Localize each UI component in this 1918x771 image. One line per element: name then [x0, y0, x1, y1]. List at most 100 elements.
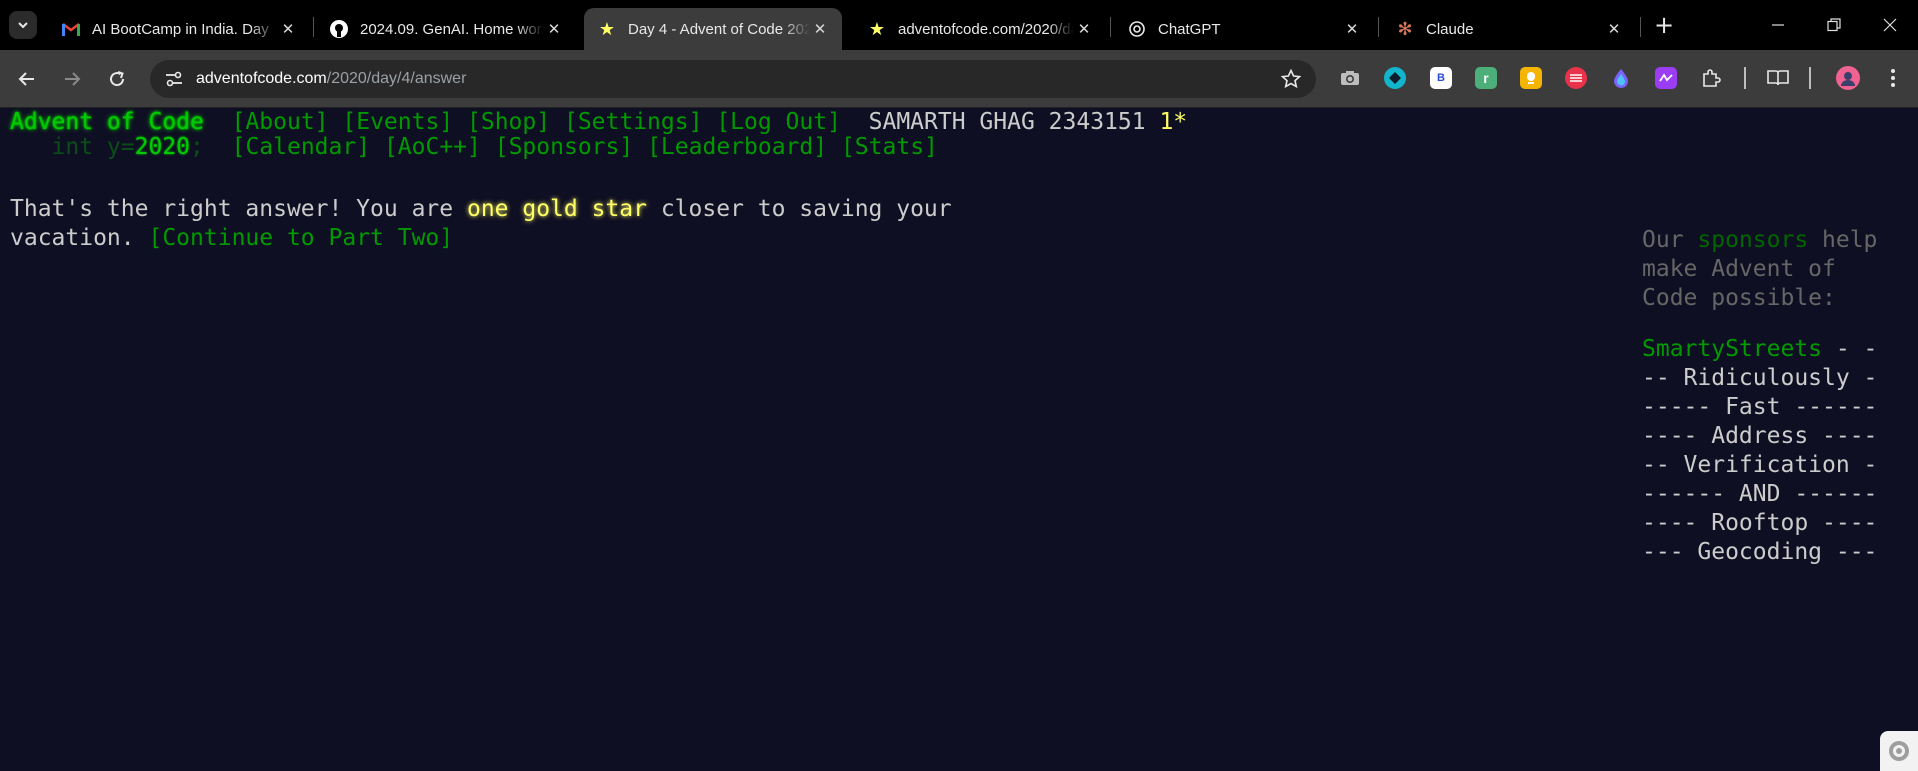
year-suffix: ; [190, 134, 204, 160]
tab-strip: AI BootCamp in India. Day ✕ 2024.09. Gen… [0, 0, 1918, 50]
nav-settings[interactable]: [Settings] [564, 109, 702, 135]
nav-events[interactable]: [Events] [342, 109, 453, 135]
close-tab-icon[interactable]: ✕ [810, 19, 830, 39]
tab-aoc-input[interactable]: ★ adventofcode.com/2020/day/4 ✕ [854, 8, 1106, 50]
url-text: adventofcode.com/2020/day/4/answer [196, 70, 466, 88]
tab-search-button[interactable] [9, 11, 37, 39]
sponsor-text: -- Verification - [1642, 452, 1878, 478]
site-info-icon[interactable] [162, 67, 186, 91]
sponsor-text: ----- Fast ------ [1642, 394, 1878, 420]
sponsors-link[interactable]: sponsors [1697, 227, 1808, 253]
url-host: adventofcode.com [196, 70, 327, 87]
reading-list-icon[interactable] [1765, 67, 1791, 89]
extension-red-icon[interactable] [1565, 67, 1587, 89]
address-bar[interactable]: adventofcode.com/2020/day/4/answer [150, 60, 1316, 98]
nav-aocpp[interactable]: [AoC++] [384, 134, 481, 160]
sponsor-text: ---- Address ---- [1642, 423, 1878, 449]
sponsor-text: - - [1822, 336, 1878, 362]
tab-claude[interactable]: ✻ Claude ✕ [1382, 8, 1636, 50]
close-tab-icon[interactable]: ✕ [544, 19, 564, 39]
message-text: closer to saving your [646, 196, 952, 222]
close-tab-icon[interactable]: ✕ [1074, 19, 1094, 39]
message-text: That's the right answer! You are [10, 196, 467, 222]
extension-yellow-icon[interactable] [1520, 67, 1542, 89]
new-tab-button[interactable]: + [1650, 11, 1678, 39]
arrow-right-icon [65, 72, 81, 86]
extension-drop-icon[interactable] [1610, 67, 1632, 89]
avatar[interactable] [1836, 66, 1860, 90]
restore-icon [1827, 18, 1841, 32]
nav-leaderboard[interactable]: [Leaderboard] [647, 134, 827, 160]
claude-icon: ✻ [1397, 18, 1413, 40]
tab-chatgpt[interactable]: ChatGPT ✕ [1114, 8, 1374, 50]
extension-b-icon[interactable]: B [1430, 67, 1452, 89]
tab-separator [1640, 17, 1641, 37]
sponsor-name-link[interactable]: SmartyStreets [1642, 336, 1822, 362]
chevron-down-icon [18, 22, 28, 29]
nav-shop[interactable]: [Shop] [467, 109, 550, 135]
nav-log-out[interactable]: [Log Out] [716, 109, 841, 135]
year-link[interactable]: 2020 [135, 134, 190, 160]
continue-part-two-link[interactable]: [Continue to Part Two] [148, 225, 453, 251]
star-count: 1* [1159, 109, 1188, 135]
sidebar-text: Our [1642, 227, 1698, 253]
extension-blue-icon[interactable] [1384, 67, 1406, 89]
close-tab-icon[interactable]: ✕ [1342, 19, 1362, 39]
header-row-2: int y=2020; [Calendar] [AoC++] [Sponsors… [10, 133, 938, 162]
tab-aoc-day4[interactable]: ★ Day 4 - Advent of Code 2020 ✕ [584, 8, 842, 50]
aoc-star-icon: ★ [598, 18, 616, 40]
extension-purple-icon[interactable] [1655, 67, 1677, 89]
sponsor-text: ------ AND ------ [1642, 481, 1878, 507]
sponsor-text: --- Geocoding --- [1642, 539, 1878, 565]
nav-sponsors[interactable]: [Sponsors] [495, 134, 633, 160]
nav-about[interactable]: [About] [232, 109, 329, 135]
github-icon [330, 20, 348, 38]
tab-title: Claude [1426, 20, 1474, 38]
user-name[interactable]: SAMARTH GHAG 2343151 [869, 109, 1146, 135]
arrow-left-icon [18, 72, 34, 86]
toolbar-separator [1744, 67, 1746, 89]
sponsor-text: -- Ridiculously - [1642, 365, 1878, 391]
restore-button[interactable] [1806, 0, 1862, 50]
reload-button[interactable] [100, 62, 134, 96]
more-menu-icon[interactable] [1882, 67, 1904, 89]
close-tab-icon[interactable]: ✕ [1604, 19, 1624, 39]
tab-github[interactable]: 2024.09. GenAI. Home work ✕ [316, 8, 576, 50]
extensions-puzzle-icon[interactable] [1700, 67, 1722, 89]
tab-gmail[interactable]: AI BootCamp in India. Day ✕ [48, 8, 310, 50]
tab-separator [1110, 17, 1111, 37]
chatgpt-icon [1128, 20, 1146, 38]
aoc-star-icon: ★ [868, 18, 886, 40]
extension-r-icon[interactable]: r [1475, 67, 1497, 89]
forward-button[interactable] [55, 62, 89, 96]
tab-title: 2024.09. GenAI. Home work [360, 20, 544, 38]
reload-icon [110, 71, 125, 87]
nav-stats[interactable]: [Stats] [841, 134, 938, 160]
nav-calendar[interactable]: [Calendar] [232, 134, 370, 160]
floating-assistant-button[interactable] [1880, 731, 1918, 771]
sidebar-text: make Advent of [1642, 256, 1836, 282]
minimize-icon [1772, 24, 1784, 26]
tab-separator [1378, 17, 1379, 37]
sidebar-text: Code possible: [1642, 285, 1836, 311]
sponsor-ad[interactable]: SmartyStreets - - [1642, 335, 1902, 364]
aoc-page: Advent of Code [About] [Events] [Shop] [… [0, 109, 1918, 771]
bookmark-star-icon[interactable] [1280, 68, 1302, 90]
sponsor-text: ---- Rooftop ---- [1642, 510, 1878, 536]
sidebar-intro: Our sponsors help [1642, 226, 1902, 255]
gmail-icon [62, 20, 80, 38]
tab-title: Day 4 - Advent of Code 2020 [628, 20, 810, 38]
camera-icon[interactable] [1339, 67, 1361, 89]
close-tab-icon[interactable]: ✕ [278, 19, 298, 39]
assistant-icon [1889, 741, 1909, 761]
back-button[interactable] [10, 62, 44, 96]
site-logo[interactable]: Advent of Code [10, 109, 204, 135]
answer-message-line-1: That's the right answer! You are one gol… [10, 195, 952, 224]
minimize-button[interactable] [1750, 0, 1806, 50]
year-prefix: int y= [51, 134, 135, 160]
answer-message-line-2: vacation. [Continue to Part Two] [10, 224, 453, 253]
tab-title: adventofcode.com/2020/day/4 [898, 20, 1074, 38]
close-window-button[interactable] [1862, 0, 1918, 50]
toolbar-separator [1809, 67, 1811, 89]
